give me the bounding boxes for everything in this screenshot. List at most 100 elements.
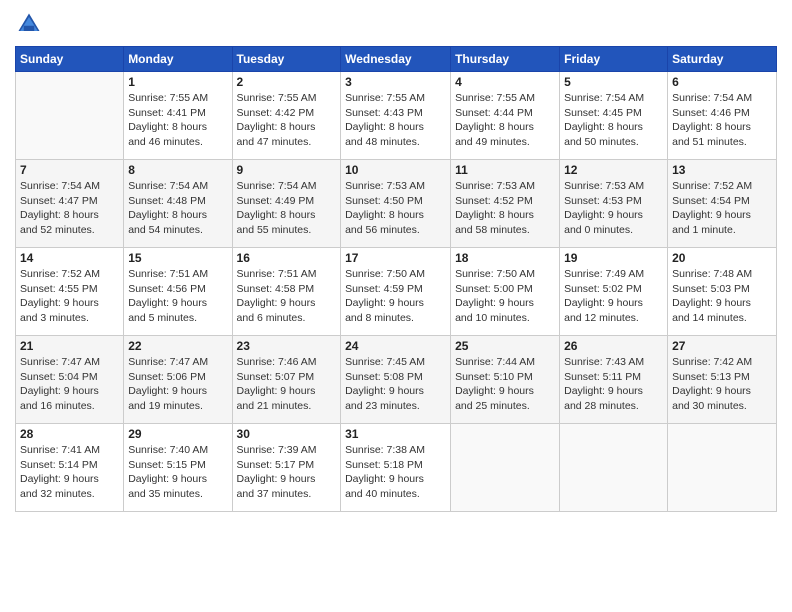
day-number: 13 [672,163,772,177]
day-number: 18 [455,251,555,265]
calendar-cell: 24 Sunrise: 7:45 AMSunset: 5:08 PMDayligh… [341,336,451,424]
day-number: 21 [20,339,119,353]
week-row-3: 14 Sunrise: 7:52 AMSunset: 4:55 PMDayligh… [16,248,777,336]
day-number: 22 [128,339,227,353]
day-number: 27 [672,339,772,353]
day-number: 8 [128,163,227,177]
calendar-cell: 6 Sunrise: 7:54 AMSunset: 4:46 PMDaylight… [668,72,777,160]
day-number: 12 [564,163,663,177]
day-info: Sunrise: 7:54 AMSunset: 4:46 PMDaylight:… [672,91,772,150]
day-number: 14 [20,251,119,265]
day-info: Sunrise: 7:53 AMSunset: 4:50 PMDaylight:… [345,179,446,238]
header [15,10,777,38]
calendar-table: SundayMondayTuesdayWednesdayThursdayFrid… [15,46,777,512]
day-info: Sunrise: 7:41 AMSunset: 5:14 PMDaylight:… [20,443,119,502]
weekday-header-sunday: Sunday [16,47,124,72]
weekday-header-friday: Friday [560,47,668,72]
day-info: Sunrise: 7:50 AMSunset: 5:00 PMDaylight:… [455,267,555,326]
logo [15,10,47,38]
calendar-cell: 13 Sunrise: 7:52 AMSunset: 4:54 PMDayligh… [668,160,777,248]
day-info: Sunrise: 7:45 AMSunset: 5:08 PMDaylight:… [345,355,446,414]
day-info: Sunrise: 7:53 AMSunset: 4:52 PMDaylight:… [455,179,555,238]
day-number: 30 [237,427,337,441]
day-number: 10 [345,163,446,177]
day-number: 6 [672,75,772,89]
weekday-header-row: SundayMondayTuesdayWednesdayThursdayFrid… [16,47,777,72]
day-info: Sunrise: 7:52 AMSunset: 4:55 PMDaylight:… [20,267,119,326]
calendar-cell: 11 Sunrise: 7:53 AMSunset: 4:52 PMDayligh… [451,160,560,248]
day-number: 3 [345,75,446,89]
calendar-cell: 12 Sunrise: 7:53 AMSunset: 4:53 PMDayligh… [560,160,668,248]
calendar-cell: 21 Sunrise: 7:47 AMSunset: 5:04 PMDayligh… [16,336,124,424]
calendar-cell: 28 Sunrise: 7:41 AMSunset: 5:14 PMDayligh… [16,424,124,512]
calendar-cell: 29 Sunrise: 7:40 AMSunset: 5:15 PMDayligh… [124,424,232,512]
day-number: 9 [237,163,337,177]
day-number: 29 [128,427,227,441]
day-number: 25 [455,339,555,353]
calendar-cell: 23 Sunrise: 7:46 AMSunset: 5:07 PMDayligh… [232,336,341,424]
day-info: Sunrise: 7:47 AMSunset: 5:06 PMDaylight:… [128,355,227,414]
day-info: Sunrise: 7:55 AMSunset: 4:41 PMDaylight:… [128,91,227,150]
weekday-header-saturday: Saturday [668,47,777,72]
day-info: Sunrise: 7:44 AMSunset: 5:10 PMDaylight:… [455,355,555,414]
day-number: 24 [345,339,446,353]
day-info: Sunrise: 7:51 AMSunset: 4:58 PMDaylight:… [237,267,337,326]
day-info: Sunrise: 7:53 AMSunset: 4:53 PMDaylight:… [564,179,663,238]
weekday-header-monday: Monday [124,47,232,72]
day-info: Sunrise: 7:49 AMSunset: 5:02 PMDaylight:… [564,267,663,326]
day-number: 2 [237,75,337,89]
day-number: 16 [237,251,337,265]
day-number: 11 [455,163,555,177]
calendar-cell: 19 Sunrise: 7:49 AMSunset: 5:02 PMDayligh… [560,248,668,336]
day-number: 19 [564,251,663,265]
day-info: Sunrise: 7:43 AMSunset: 5:11 PMDaylight:… [564,355,663,414]
day-info: Sunrise: 7:52 AMSunset: 4:54 PMDaylight:… [672,179,772,238]
day-info: Sunrise: 7:39 AMSunset: 5:17 PMDaylight:… [237,443,337,502]
day-info: Sunrise: 7:55 AMSunset: 4:42 PMDaylight:… [237,91,337,150]
day-number: 20 [672,251,772,265]
day-info: Sunrise: 7:54 AMSunset: 4:49 PMDaylight:… [237,179,337,238]
day-number: 7 [20,163,119,177]
day-info: Sunrise: 7:48 AMSunset: 5:03 PMDaylight:… [672,267,772,326]
calendar-cell: 1 Sunrise: 7:55 AMSunset: 4:41 PMDaylight… [124,72,232,160]
week-row-1: 1 Sunrise: 7:55 AMSunset: 4:41 PMDaylight… [16,72,777,160]
calendar-cell: 7Sunrise: 7:54 AMSunset: 4:47 PMDaylight… [16,160,124,248]
day-info: Sunrise: 7:54 AMSunset: 4:45 PMDaylight:… [564,91,663,150]
day-info: Sunrise: 7:40 AMSunset: 5:15 PMDaylight:… [128,443,227,502]
day-number: 17 [345,251,446,265]
calendar-cell: 30 Sunrise: 7:39 AMSunset: 5:17 PMDayligh… [232,424,341,512]
day-number: 15 [128,251,227,265]
day-info: Sunrise: 7:47 AMSunset: 5:04 PMDaylight:… [20,355,119,414]
calendar-cell: 18 Sunrise: 7:50 AMSunset: 5:00 PMDayligh… [451,248,560,336]
calendar-cell [16,72,124,160]
day-number: 28 [20,427,119,441]
page: SundayMondayTuesdayWednesdayThursdayFrid… [0,0,792,612]
weekday-header-wednesday: Wednesday [341,47,451,72]
day-number: 5 [564,75,663,89]
day-number: 31 [345,427,446,441]
calendar-cell: 15 Sunrise: 7:51 AMSunset: 4:56 PMDayligh… [124,248,232,336]
calendar-cell: 3 Sunrise: 7:55 AMSunset: 4:43 PMDaylight… [341,72,451,160]
calendar-cell: 16 Sunrise: 7:51 AMSunset: 4:58 PMDayligh… [232,248,341,336]
calendar-cell: 9 Sunrise: 7:54 AMSunset: 4:49 PMDaylight… [232,160,341,248]
calendar-cell: 2 Sunrise: 7:55 AMSunset: 4:42 PMDaylight… [232,72,341,160]
day-info: Sunrise: 7:46 AMSunset: 5:07 PMDaylight:… [237,355,337,414]
calendar-cell [451,424,560,512]
week-row-5: 28 Sunrise: 7:41 AMSunset: 5:14 PMDayligh… [16,424,777,512]
calendar-cell: 26 Sunrise: 7:43 AMSunset: 5:11 PMDayligh… [560,336,668,424]
day-info: Sunrise: 7:50 AMSunset: 4:59 PMDaylight:… [345,267,446,326]
calendar-cell [560,424,668,512]
day-info: Sunrise: 7:55 AMSunset: 4:43 PMDaylight:… [345,91,446,150]
calendar-cell [668,424,777,512]
day-info: Sunrise: 7:51 AMSunset: 4:56 PMDaylight:… [128,267,227,326]
calendar-cell: 27Sunrise: 7:42 AMSunset: 5:13 PMDayligh… [668,336,777,424]
calendar-cell: 17 Sunrise: 7:50 AMSunset: 4:59 PMDayligh… [341,248,451,336]
week-row-2: 7Sunrise: 7:54 AMSunset: 4:47 PMDaylight… [16,160,777,248]
calendar-cell: 14 Sunrise: 7:52 AMSunset: 4:55 PMDayligh… [16,248,124,336]
day-number: 1 [128,75,227,89]
day-number: 26 [564,339,663,353]
day-number: 4 [455,75,555,89]
calendar-cell: 5 Sunrise: 7:54 AMSunset: 4:45 PMDaylight… [560,72,668,160]
day-number: 23 [237,339,337,353]
day-info: Sunrise: 7:55 AMSunset: 4:44 PMDaylight:… [455,91,555,150]
